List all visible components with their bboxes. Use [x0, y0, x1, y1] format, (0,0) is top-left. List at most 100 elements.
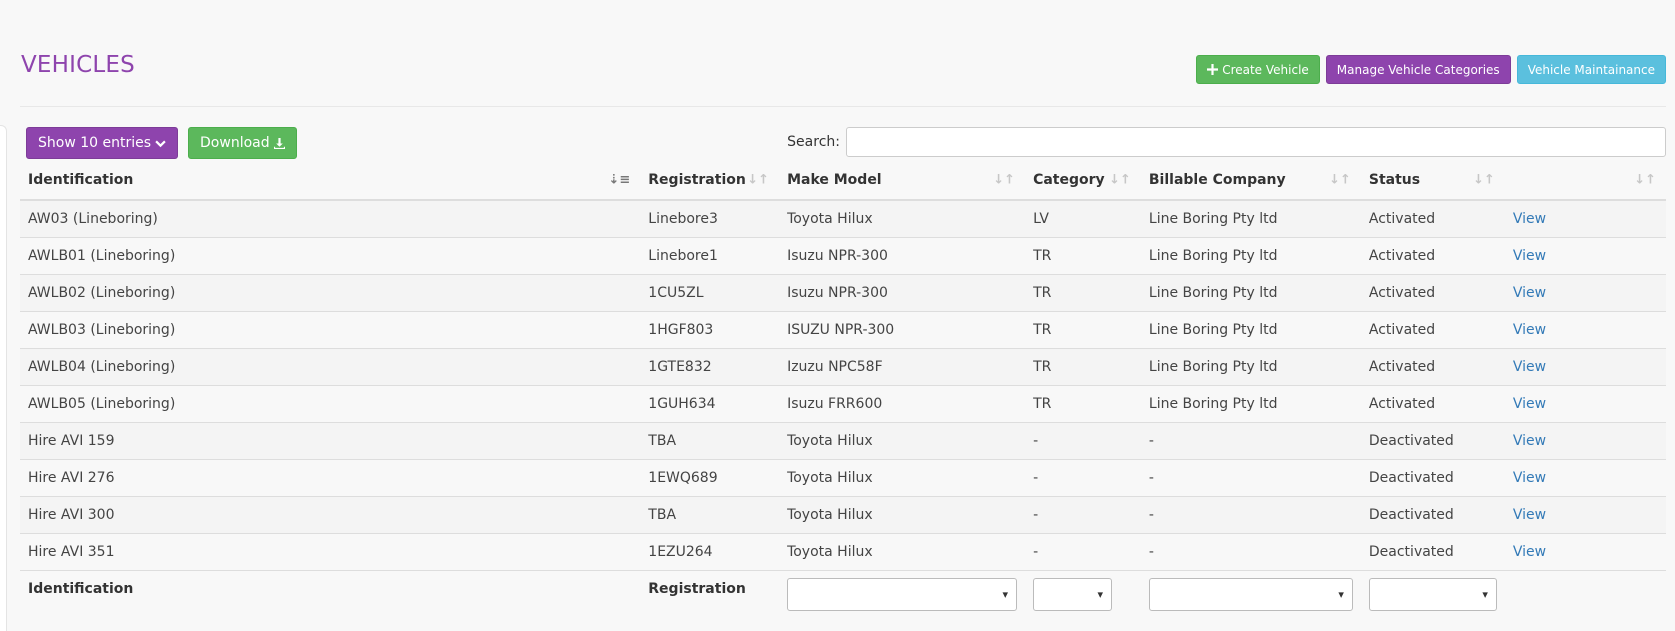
- view-link[interactable]: View: [1513, 544, 1546, 560]
- cell-billable-company: -: [1140, 532, 1361, 570]
- view-link[interactable]: View: [1513, 396, 1546, 412]
- cell-status: Activated: [1360, 310, 1505, 348]
- view-link[interactable]: View: [1513, 433, 1546, 449]
- footer-identification: Identification: [20, 569, 641, 622]
- column-header-category[interactable]: Category ↓↑: [1025, 160, 1141, 201]
- view-link[interactable]: View: [1513, 248, 1546, 264]
- table-row: Hire AVI 159 TBA Toyota Hilux - - Deactivated…: [20, 421, 1666, 459]
- cell-status: Activated: [1360, 347, 1505, 385]
- cell-view: View: [1504, 236, 1666, 274]
- cell-make-model: Izuzu NPC58F: [779, 347, 1026, 385]
- download-button[interactable]: Download: [188, 127, 297, 159]
- cell-registration: 1GUH634: [640, 384, 780, 422]
- cell-registration: Linebore3: [640, 199, 780, 237]
- sort-icon: ↓↑: [1634, 172, 1656, 187]
- search-input[interactable]: [846, 127, 1666, 157]
- column-header-make-model[interactable]: Make Model ↓↑: [779, 160, 1026, 201]
- plus-icon: [1207, 64, 1219, 75]
- cell-status: Activated: [1360, 273, 1505, 311]
- column-header-identification[interactable]: Identification ⇣≡: [20, 160, 641, 201]
- sort-icon: ↓↑: [993, 172, 1016, 187]
- cell-view: View: [1504, 458, 1666, 496]
- cell-status: Deactivated: [1360, 421, 1505, 459]
- table-toolbar: Show 10 entries Download: [26, 127, 297, 159]
- cell-make-model: Toyota Hilux: [779, 458, 1026, 496]
- view-link[interactable]: View: [1513, 322, 1546, 338]
- cell-category: TR: [1025, 236, 1141, 274]
- cell-registration: 1EZU264: [640, 532, 780, 570]
- header-divider: [20, 106, 1666, 107]
- column-header-actions[interactable]: ↓↑: [1504, 160, 1666, 201]
- cell-billable-company: Line Boring Pty ltd: [1140, 384, 1361, 422]
- table-footer-row: Identification Registration ▾ ▾ ▾ ▾: [20, 569, 1666, 622]
- cell-billable-company: Line Boring Pty ltd: [1140, 310, 1361, 348]
- cell-category: TR: [1025, 347, 1141, 385]
- cell-category: TR: [1025, 384, 1141, 422]
- cell-status: Activated: [1360, 199, 1505, 237]
- cell-identification: Hire AVI 351: [20, 532, 641, 570]
- create-vehicle-label: Create Vehicle: [1222, 62, 1309, 77]
- chevron-down-icon: ▾: [1482, 587, 1488, 601]
- create-vehicle-button[interactable]: Create Vehicle: [1196, 55, 1320, 84]
- cell-view: View: [1504, 532, 1666, 570]
- view-link[interactable]: View: [1513, 359, 1546, 375]
- cell-identification: AWLB05 (Lineboring): [20, 384, 641, 422]
- chevron-down-icon: ▾: [1002, 587, 1009, 601]
- view-link[interactable]: View: [1513, 507, 1546, 523]
- column-header-billable-company[interactable]: Billable Company ↓↑: [1140, 160, 1361, 201]
- cell-category: -: [1025, 495, 1141, 533]
- column-header-status[interactable]: Status ↓↑: [1360, 160, 1505, 201]
- side-panel-edge: [0, 125, 7, 631]
- cell-identification: Hire AVI 300: [20, 495, 641, 533]
- cell-category: -: [1025, 421, 1141, 459]
- cell-registration: Linebore1: [640, 236, 780, 274]
- sort-icon: ↓↑: [747, 172, 770, 187]
- show-entries-dropdown[interactable]: Show 10 entries: [26, 127, 179, 159]
- cell-category: TR: [1025, 310, 1141, 348]
- chevron-down-icon: ▾: [1338, 587, 1344, 601]
- cell-registration: 1CU5ZL: [640, 273, 780, 311]
- cell-category: LV: [1025, 199, 1141, 237]
- cell-billable-company: -: [1140, 495, 1361, 533]
- cell-registration: TBA: [640, 421, 780, 459]
- cell-billable-company: -: [1140, 458, 1361, 496]
- cell-make-model: Isuzu NPR-300: [779, 273, 1026, 311]
- sort-icon: ↓↑: [1109, 172, 1131, 187]
- cell-view: View: [1504, 421, 1666, 459]
- show-entries-label: Show 10 entries: [38, 135, 152, 151]
- column-header-registration[interactable]: Registration ↓↑: [640, 160, 780, 201]
- chevron-down-icon: ▾: [1097, 587, 1104, 601]
- view-link[interactable]: View: [1513, 285, 1546, 301]
- cell-view: View: [1504, 384, 1666, 422]
- view-link[interactable]: View: [1513, 211, 1546, 227]
- sort-asc-icon: ⇣≡: [608, 172, 631, 187]
- cell-category: -: [1025, 458, 1141, 496]
- vehicle-maintenance-button[interactable]: Vehicle Maintainance: [1516, 55, 1666, 84]
- manage-vehicle-categories-button[interactable]: Manage Vehicle Categories: [1325, 55, 1511, 84]
- cell-status: Activated: [1360, 236, 1505, 274]
- table-row: AWLB05 (Lineboring) 1GUH634 Isuzu FRR600 TR…: [20, 384, 1666, 422]
- cell-billable-company: Line Boring Pty ltd: [1140, 273, 1361, 311]
- cell-view: View: [1504, 495, 1666, 533]
- page-actions: Create Vehicle Manage Vehicle Categories…: [1196, 55, 1666, 84]
- cell-make-model: Toyota Hilux: [779, 495, 1026, 533]
- cell-identification: AW03 (Lineboring): [20, 199, 641, 237]
- table-row: Hire AVI 300 TBA Toyota Hilux - - Deactivated…: [20, 495, 1666, 533]
- cell-make-model: Toyota Hilux: [779, 421, 1026, 459]
- cell-view: View: [1504, 199, 1666, 237]
- cell-make-model: Isuzu NPR-300: [779, 236, 1026, 274]
- view-link[interactable]: View: [1513, 470, 1546, 486]
- category-filter-select[interactable]: ▾: [1033, 577, 1113, 611]
- sort-icon: ↓↑: [1473, 172, 1495, 187]
- cell-billable-company: Line Boring Pty ltd: [1140, 347, 1361, 385]
- cell-registration: 1HGF803: [640, 310, 780, 348]
- cell-view: View: [1504, 273, 1666, 311]
- cell-category: -: [1025, 532, 1141, 570]
- status-filter-select[interactable]: ▾: [1368, 577, 1497, 611]
- billable-company-filter-select[interactable]: ▾: [1148, 577, 1353, 611]
- make-model-filter-select[interactable]: ▾: [787, 577, 1018, 611]
- cell-identification: AWLB03 (Lineboring): [20, 310, 641, 348]
- cell-registration: TBA: [640, 495, 780, 533]
- cell-identification: AWLB04 (Lineboring): [20, 347, 641, 385]
- cell-status: Deactivated: [1360, 532, 1505, 570]
